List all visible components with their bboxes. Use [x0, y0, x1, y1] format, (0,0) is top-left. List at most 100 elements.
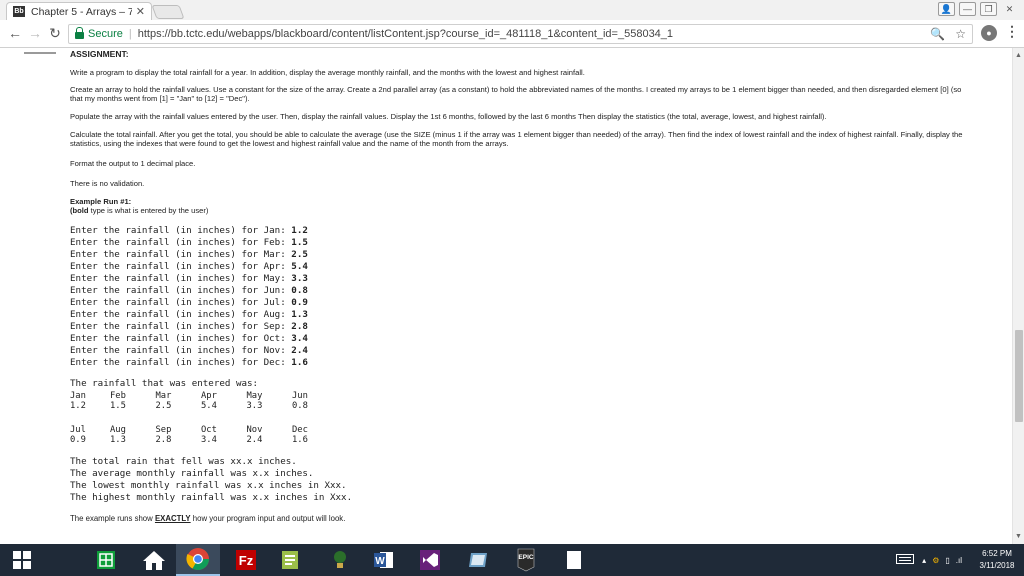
paragraph-2: Create an array to hold the rainfall val… — [70, 85, 962, 103]
blackboard-favicon-icon: Bb — [13, 6, 25, 17]
home-icon[interactable] — [132, 544, 176, 576]
notepad-plus-icon[interactable] — [268, 544, 312, 576]
back-arrow-icon[interactable]: ← — [6, 25, 24, 41]
example-note-bold: (bold — [70, 206, 89, 215]
battery-icon[interactable]: ▯ — [945, 556, 949, 565]
calculator-icon[interactable] — [84, 544, 128, 576]
notes-icon[interactable] — [456, 544, 500, 576]
prompt-colon: : — [280, 357, 292, 368]
keyboard-icon[interactable] — [896, 554, 915, 566]
lightbulb-icon[interactable] — [318, 544, 362, 576]
maximize-button[interactable]: ❐ — [980, 2, 997, 16]
statistic-line: The average monthly rainfall was x.x inc… — [70, 468, 314, 479]
input-prompt-line: Enter the rainfall (in inches) for Sep: … — [70, 321, 308, 333]
prompt-month: Jul — [263, 297, 281, 308]
zoom-icon[interactable]: 🔍 — [930, 27, 945, 41]
prompt-text: Enter the rainfall (in inches) for — [70, 357, 264, 368]
prompt-month: Sep — [263, 321, 281, 332]
filezilla-icon[interactable]: Fz — [224, 544, 268, 576]
new-tab-button[interactable] — [151, 5, 185, 19]
footer-post: how your program input and output will l… — [190, 514, 346, 523]
table-value-cell: 2.4 — [246, 435, 263, 445]
user-input-value: 3.3 — [291, 273, 308, 284]
table-month-cell: Jun — [292, 391, 308, 401]
prompt-text: Enter the rainfall (in inches) for — [70, 249, 264, 260]
user-profile-icon[interactable]: 👤 — [938, 2, 955, 16]
svg-text:Fz: Fz — [239, 553, 254, 568]
tray-app-icon[interactable]: ⚙ — [932, 556, 939, 565]
scroll-down-arrow-icon[interactable]: ▼ — [1015, 533, 1022, 540]
table-month-cell: Feb — [110, 391, 126, 401]
statistic-line: The total rain that fell was xx.x inches… — [70, 456, 297, 467]
input-prompt-line: Enter the rainfall (in inches) for Nov: … — [70, 345, 308, 357]
scroll-up-arrow-icon[interactable]: ▲ — [1015, 52, 1022, 59]
prompt-colon: : — [280, 285, 292, 296]
assignment-heading: ASSIGNMENT: — [70, 49, 129, 59]
reload-icon[interactable]: ↻ — [46, 25, 64, 42]
prompt-month: Mar — [263, 249, 281, 260]
prompt-month: Jun — [263, 285, 281, 296]
vertical-scrollbar[interactable]: ▲ ▼ — [1012, 48, 1024, 544]
prompt-colon: : — [280, 309, 292, 320]
table-month-cell: Nov — [246, 425, 263, 435]
tray-expand-icon[interactable]: ▴ — [922, 556, 926, 565]
table-value-cell: 1.2 — [70, 401, 86, 411]
table-month-cell: Aug — [110, 425, 126, 435]
prompt-colon: : — [280, 261, 292, 272]
close-window-button[interactable]: ✕ — [1001, 2, 1018, 16]
statistics-output: The total rain that fell was xx.x inches… — [70, 456, 352, 504]
input-prompt-line: Enter the rainfall (in inches) for Feb: … — [70, 237, 308, 249]
prompt-colon: : — [280, 321, 292, 332]
footer-pre: The example runs show — [70, 514, 155, 523]
url-text: https://bb.tctc.edu/webapps/blackboard/c… — [137, 28, 674, 40]
input-prompt-line: Enter the rainfall (in inches) for Jan: … — [70, 225, 308, 237]
prompt-month: May — [263, 273, 281, 284]
windows-start-icon[interactable] — [0, 544, 44, 576]
paragraph-4: Calculate the total rainfall. After you … — [70, 130, 963, 148]
prompt-text: Enter the rainfall (in inches) for — [70, 297, 264, 308]
word-icon[interactable]: W — [362, 544, 406, 576]
statistic-line: The lowest monthly rainfall was x.x inch… — [70, 480, 347, 491]
input-prompt-line: Enter the rainfall (in inches) for Apr: … — [70, 261, 308, 273]
epic-games-icon[interactable]: EPIC — [504, 544, 548, 576]
address-separator: | — [128, 28, 132, 40]
visual-studio-icon[interactable] — [408, 544, 452, 576]
tab-close-icon[interactable]: ✕ — [136, 5, 145, 18]
prompt-colon: : — [280, 273, 292, 284]
tab-title: Chapter 5 - Arrays – 702 — [31, 5, 132, 18]
prompt-colon: : — [280, 225, 292, 236]
table-month-cell: Jan — [70, 391, 86, 401]
blank-window-icon[interactable] — [552, 544, 596, 576]
example-note: (bold type is what is entered by the use… — [70, 206, 208, 215]
table-value-cell: 1.6 — [292, 435, 308, 445]
prompt-month: Oct — [263, 333, 281, 344]
prompt-month: Feb — [263, 237, 281, 248]
clock[interactable]: 6:52 PM 3/11/2018 — [970, 548, 1024, 572]
paragraph-1: Write a program to display the total rai… — [70, 68, 585, 77]
chrome-icon[interactable] — [176, 544, 220, 576]
table-value-cell: 1.5 — [110, 401, 126, 411]
scrollbar-thumb[interactable] — [1015, 330, 1023, 422]
table-value-cell: 2.5 — [155, 401, 172, 411]
address-bar[interactable]: Secure | https://bb.tctc.edu/webapps/bla… — [68, 24, 973, 44]
table-month-cell: Apr — [201, 391, 217, 401]
forward-arrow-icon[interactable]: → — [26, 25, 44, 41]
bookmark-star-icon[interactable]: ☆ — [955, 27, 966, 41]
minimize-button[interactable]: — — [959, 2, 976, 16]
prompt-text: Enter the rainfall (in inches) for — [70, 237, 264, 248]
table-month-cell: Sep — [155, 425, 172, 435]
paragraph-5: Format the output to 1 decimal place. — [70, 159, 196, 168]
signal-icon[interactable]: .ıl — [956, 556, 962, 565]
browser-tab[interactable]: Bb Chapter 5 - Arrays – 702 ✕ — [6, 2, 152, 20]
page-content: ASSIGNMENT: Write a program to display t… — [0, 48, 1012, 544]
user-input-value: 2.5 — [291, 249, 308, 260]
user-input-value: 0.9 — [291, 297, 308, 308]
user-input-value: 0.8 — [291, 285, 308, 296]
table-value-cell: 5.4 — [201, 401, 217, 411]
extension-icon[interactable]: ● — [981, 25, 997, 41]
table-value-cell: 0.9 — [70, 435, 86, 445]
prompt-text: Enter the rainfall (in inches) for — [70, 261, 264, 272]
menu-kebab-icon[interactable]: ⋮ — [1005, 24, 1019, 38]
prompt-text: Enter the rainfall (in inches) for — [70, 285, 264, 296]
input-prompt-line: Enter the rainfall (in inches) for Jul: … — [70, 297, 308, 309]
